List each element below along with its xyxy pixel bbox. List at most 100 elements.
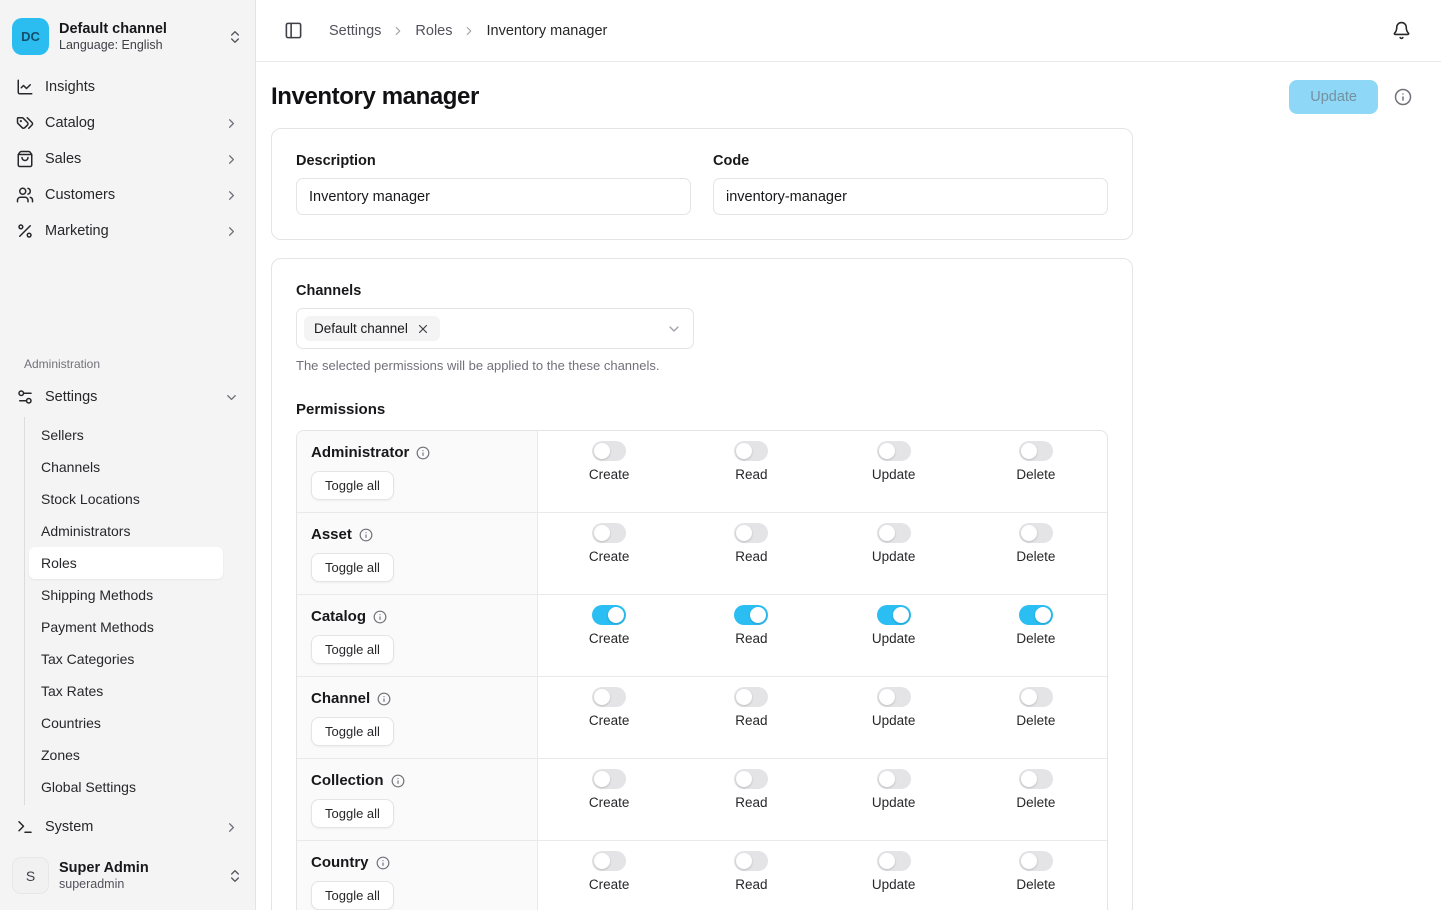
permission-name: Channel (311, 690, 370, 707)
asset-read-toggle[interactable] (734, 523, 768, 543)
toggle-label: Read (735, 549, 767, 564)
permission-name: Asset (311, 526, 352, 543)
channel-create-toggle[interactable] (592, 687, 626, 707)
chevron-right-icon (224, 188, 239, 203)
sidebar-item-marketing[interactable]: Marketing (8, 213, 247, 249)
chevron-right-icon (391, 24, 405, 38)
asset-update-toggle[interactable] (877, 523, 911, 543)
workspace-avatar: DC (12, 18, 49, 55)
permissions-table: Administrator Toggle all Create Read Update D… (296, 430, 1108, 910)
country-update-toggle[interactable] (877, 851, 911, 871)
breadcrumb-item[interactable]: Roles (415, 23, 452, 39)
page-info-button[interactable] (1392, 86, 1414, 108)
breadcrumb-item[interactable]: Settings (329, 23, 381, 39)
channel-delete-toggle[interactable] (1019, 687, 1053, 707)
topbar: Settings Roles Inventory manager (256, 0, 1441, 62)
asset-delete-toggle[interactable] (1019, 523, 1053, 543)
info-icon (1394, 88, 1412, 106)
channels-permissions-card: Channels Default channel The selected pe… (271, 258, 1133, 910)
sidebar-toggle-button[interactable] (280, 17, 307, 44)
collection-update-toggle[interactable] (877, 769, 911, 789)
sidebar-item-tax-categories[interactable]: Tax Categories (29, 643, 223, 675)
administrator-create-toggle[interactable] (592, 441, 626, 461)
collection-read-toggle[interactable] (734, 769, 768, 789)
collection-delete-toggle[interactable] (1019, 769, 1053, 789)
sidebar-item-administrators[interactable]: Administrators (29, 515, 223, 547)
channel-update-toggle[interactable] (877, 687, 911, 707)
sidebar: DC Default channel Language: English Ins… (0, 0, 256, 910)
catalog-read-toggle[interactable] (734, 605, 768, 625)
country-read-toggle[interactable] (734, 851, 768, 871)
permission-name: Administrator (311, 444, 409, 461)
toggle-all-button[interactable]: Toggle all (311, 799, 394, 828)
remove-channel-icon[interactable] (416, 322, 430, 336)
toggle-all-button[interactable]: Toggle all (311, 553, 394, 582)
description-label: Description (296, 153, 691, 169)
sidebar-item-catalog[interactable]: Catalog (8, 105, 247, 141)
percent-icon (16, 222, 34, 240)
info-icon (359, 528, 373, 542)
sidebar-item-system[interactable]: System (8, 809, 247, 845)
code-input[interactable] (713, 178, 1108, 215)
sidebar-item-shipping-methods[interactable]: Shipping Methods (29, 579, 223, 611)
sidebar-item-insights[interactable]: Insights (8, 69, 247, 105)
sidebar-item-tax-rates[interactable]: Tax Rates (29, 675, 223, 707)
permission-row: CountryToggle allCreateReadUpdateDelete (297, 840, 1107, 910)
sidebar-item-stock-locations[interactable]: Stock Locations (29, 483, 223, 515)
breadcrumb-item: Inventory manager (486, 23, 607, 39)
sidebar-item-label: Marketing (45, 223, 213, 239)
code-label: Code (713, 153, 1108, 169)
toggle-label: Delete (1016, 877, 1055, 892)
sidebar-item-countries[interactable]: Countries (29, 707, 223, 739)
country-delete-toggle[interactable] (1019, 851, 1053, 871)
sidebar-item-label: Insights (45, 79, 239, 95)
sidebar-item-sales[interactable]: Sales (8, 141, 247, 177)
toggle-label: Delete (1016, 713, 1055, 728)
asset-create-toggle[interactable] (592, 523, 626, 543)
toggle-label: Update (872, 795, 916, 810)
sidebar-item-label: Catalog (45, 115, 213, 131)
chevron-down-icon (224, 390, 239, 405)
user-menu[interactable]: S Super Admin superadmin (0, 845, 255, 898)
update-button[interactable]: Update (1289, 80, 1378, 114)
sidebar-item-settings[interactable]: Settings (8, 379, 247, 415)
workspace-name: Default channel (59, 20, 217, 38)
toggle-label: Delete (1016, 631, 1055, 646)
toggle-all-button[interactable]: Toggle all (311, 471, 394, 500)
workspace-language: Language: English (59, 38, 217, 54)
sidebar-item-sellers[interactable]: Sellers (29, 419, 223, 451)
permission-name: Catalog (311, 608, 366, 625)
catalog-delete-toggle[interactable] (1019, 605, 1053, 625)
permission-name: Collection (311, 772, 384, 789)
catalog-update-toggle[interactable] (877, 605, 911, 625)
collection-create-toggle[interactable] (592, 769, 626, 789)
description-input[interactable] (296, 178, 691, 215)
toggle-all-button[interactable]: Toggle all (311, 635, 394, 664)
toggle-label: Create (589, 877, 630, 892)
sidebar-item-customers[interactable]: Customers (8, 177, 247, 213)
toggle-all-button[interactable]: Toggle all (311, 717, 394, 746)
toggle-label: Delete (1016, 795, 1055, 810)
settings-submenu: SellersChannelsStock LocationsAdministra… (24, 417, 247, 805)
administrator-read-toggle[interactable] (734, 441, 768, 461)
channels-select[interactable]: Default channel (296, 308, 694, 349)
administrator-update-toggle[interactable] (877, 441, 911, 461)
sidebar-item-roles[interactable]: Roles (29, 547, 223, 579)
workspace-switcher[interactable]: DC Default channel Language: English (0, 12, 255, 69)
administrator-delete-toggle[interactable] (1019, 441, 1053, 461)
sidebar-item-zones[interactable]: Zones (29, 739, 223, 771)
info-icon (373, 610, 387, 624)
sidebar-item-channels[interactable]: Channels (29, 451, 223, 483)
catalog-create-toggle[interactable] (592, 605, 626, 625)
sidebar-item-payment-methods[interactable]: Payment Methods (29, 611, 223, 643)
channel-read-toggle[interactable] (734, 687, 768, 707)
country-create-toggle[interactable] (592, 851, 626, 871)
info-icon (377, 692, 391, 706)
sidebar-item-label: System (45, 819, 213, 835)
toggle-label: Read (735, 877, 767, 892)
notifications-button[interactable] (1388, 17, 1415, 44)
sidebar-item-global-settings[interactable]: Global Settings (29, 771, 223, 803)
channel-chip-label: Default channel (314, 321, 408, 336)
toggle-all-button[interactable]: Toggle all (311, 881, 394, 910)
shopping-bag-icon (16, 150, 34, 168)
